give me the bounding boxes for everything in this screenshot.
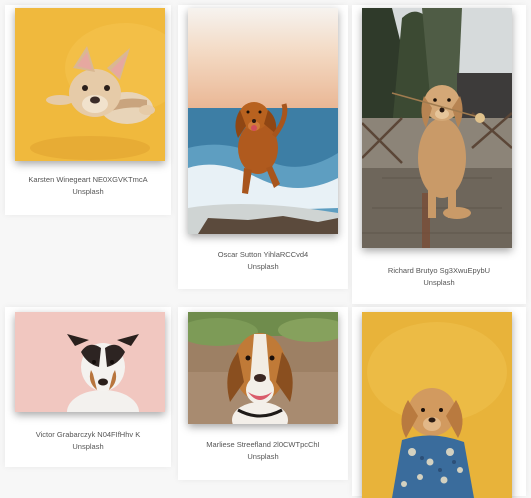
photo-source: Unsplash xyxy=(72,186,104,196)
photo-card: Victor Grabarczyk N04FIfHhv K Unsplash xyxy=(5,307,171,467)
photo-credit: Marliese Streefland 2l0CWTpcChI xyxy=(206,440,320,449)
photo-card xyxy=(352,307,526,498)
photo-caption: Victor Grabarczyk N04FIfHhv K Unsplash xyxy=(5,429,171,452)
dog-photo[interactable] xyxy=(15,8,165,161)
photo-source: Unsplash xyxy=(247,451,279,461)
dog-photo[interactable] xyxy=(362,312,512,498)
photo-card: Oscar Sutton YihlaRCCvd4 Unsplash xyxy=(178,5,348,289)
photo-credit: Oscar Sutton YihlaRCCvd4 xyxy=(217,250,309,259)
photo-caption: Richard Brutyo Sg3XwuEpybU Unsplash xyxy=(352,265,526,288)
dog-photo[interactable] xyxy=(15,312,165,412)
dog-photo[interactable] xyxy=(188,312,338,424)
photo-card: Karsten Winegeart NE0XGVKTmcA Unsplash xyxy=(5,5,171,215)
photo-credit: Karsten Winegeart NE0XGVKTmcA xyxy=(28,175,148,184)
photo-credit: Richard Brutyo Sg3XwuEpybU xyxy=(387,266,491,275)
photo-source: Unsplash xyxy=(423,277,455,287)
dog-photo[interactable] xyxy=(362,8,512,248)
photo-source: Unsplash xyxy=(247,261,279,271)
dog-photo[interactable] xyxy=(188,8,338,234)
photo-card: Richard Brutyo Sg3XwuEpybU Unsplash xyxy=(352,5,526,304)
photo-source: Unsplash xyxy=(72,441,104,451)
photo-caption: Marliese Streefland 2l0CWTpcChI Unsplash xyxy=(178,439,348,462)
photo-credit: Victor Grabarczyk N04FIfHhv K xyxy=(35,430,141,439)
photo-caption: Oscar Sutton YihlaRCCvd4 Unsplash xyxy=(178,249,348,272)
photo-card: Marliese Streefland 2l0CWTpcChI Unsplash xyxy=(178,307,348,480)
photo-caption: Karsten Winegeart NE0XGVKTmcA Unsplash xyxy=(5,174,171,197)
